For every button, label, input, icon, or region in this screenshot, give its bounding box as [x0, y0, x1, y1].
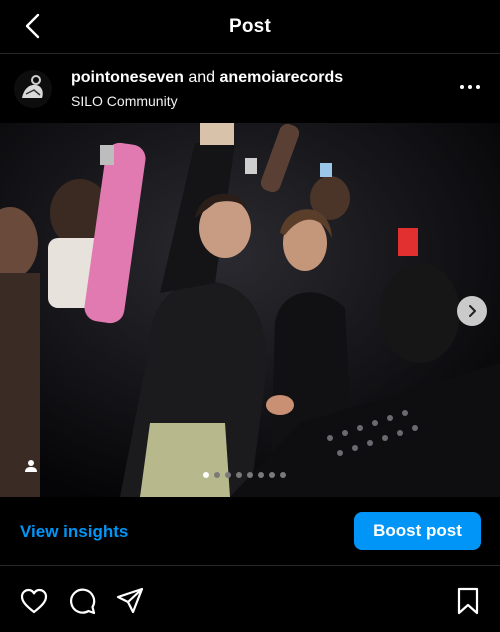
- author-subtitle[interactable]: SILO Community: [71, 93, 178, 109]
- tagged-people-button[interactable]: [20, 455, 42, 477]
- top-bar: Post: [0, 0, 500, 54]
- more-horizontal-icon: [460, 85, 464, 89]
- comment-icon: [70, 588, 96, 615]
- avatar[interactable]: [14, 70, 52, 108]
- share-icon: [116, 587, 144, 614]
- carousel-dot: [214, 472, 220, 478]
- carousel-dot: [269, 472, 275, 478]
- carousel-dot: [225, 472, 231, 478]
- chevron-left-icon: [25, 13, 40, 39]
- avatar-logo-icon: [14, 70, 52, 108]
- more-dot: [468, 85, 472, 89]
- more-options-button[interactable]: [460, 85, 480, 89]
- post-author-row: pointoneseven and anemoiarecords SILO Co…: [0, 54, 500, 122]
- heart-icon: [20, 588, 48, 614]
- back-button[interactable]: [22, 13, 48, 39]
- save-button[interactable]: [453, 586, 483, 616]
- carousel-dot: [236, 472, 242, 478]
- comment-button[interactable]: [67, 586, 97, 616]
- post-photo[interactable]: [0, 123, 500, 497]
- author-conjunction: and: [188, 69, 216, 86]
- carousel-dot: [203, 472, 209, 478]
- chevron-right-icon: [469, 305, 476, 317]
- author-names: pointoneseven and anemoiarecords: [71, 69, 343, 87]
- insights-bar: View insights Boost post: [0, 497, 500, 566]
- carousel-dot: [280, 472, 286, 478]
- carousel-next-button[interactable]: [457, 296, 487, 326]
- carousel-dot: [247, 472, 253, 478]
- view-insights-link[interactable]: View insights: [20, 522, 128, 542]
- post-image: [0, 123, 500, 497]
- share-button[interactable]: [115, 586, 145, 616]
- post-actions: [0, 566, 500, 632]
- bookmark-icon: [457, 587, 479, 615]
- author-username-primary[interactable]: pointoneseven: [71, 69, 184, 86]
- boost-post-button[interactable]: Boost post: [354, 512, 481, 550]
- person-icon: [25, 460, 37, 472]
- carousel-indicator: [203, 472, 286, 478]
- author-username-collab[interactable]: anemoiarecords: [220, 69, 344, 86]
- carousel-dot: [258, 472, 264, 478]
- like-button[interactable]: [19, 586, 49, 616]
- more-dot: [476, 85, 480, 89]
- page-title: Post: [229, 15, 271, 37]
